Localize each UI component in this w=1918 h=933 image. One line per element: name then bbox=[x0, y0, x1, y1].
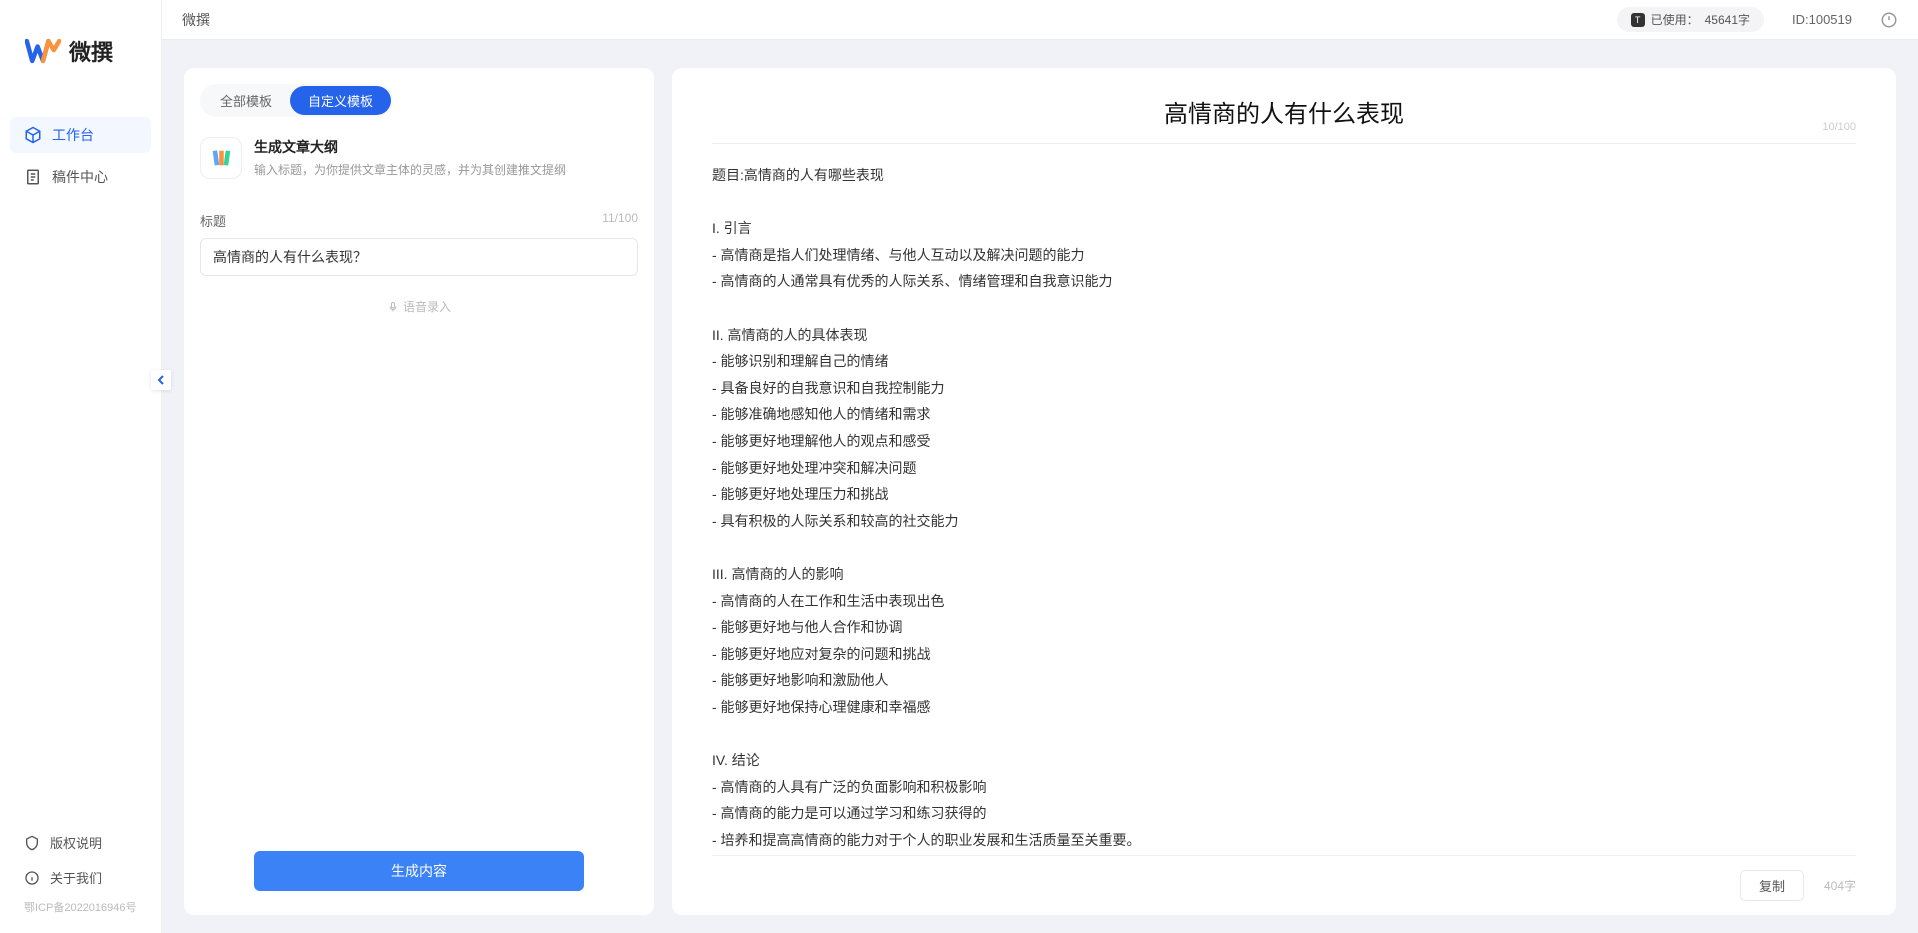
generate-button[interactable]: 生成内容 bbox=[254, 851, 584, 891]
tabs-wrap: 全部模板 自定义模板 bbox=[184, 68, 654, 125]
info-icon bbox=[24, 870, 40, 886]
copy-button[interactable]: 复制 bbox=[1740, 870, 1804, 901]
nav-label: 稿件中心 bbox=[52, 167, 108, 187]
usage-prefix: 已使用： bbox=[1651, 11, 1699, 28]
topbar: 微撰 T 已使用： 45641字 ID:100519 bbox=[162, 0, 1918, 40]
nav: 工作台 稿件中心 bbox=[0, 87, 161, 815]
microphone-icon bbox=[387, 301, 399, 313]
input-panel: 全部模板 自定义模板 生成文章大纲 输入标题，为你提供文章主体的灵感，并为其创建… bbox=[184, 68, 654, 915]
power-icon[interactable] bbox=[1880, 11, 1898, 29]
usage-value: 45641字 bbox=[1705, 11, 1750, 28]
logo-mark-icon bbox=[25, 37, 61, 65]
output-word-count: 404字 bbox=[1824, 877, 1856, 894]
template-info: 生成文章大纲 输入标题，为你提供文章主体的灵感，并为其创建推文提纲 bbox=[254, 137, 566, 178]
copyright-label: 版权说明 bbox=[50, 833, 102, 852]
output-title: 高情商的人有什么表现 bbox=[752, 94, 1816, 129]
sidebar-bottom: 版权说明 关于我们 鄂ICP备2022016946号 bbox=[0, 815, 161, 933]
logo: 微撰 bbox=[0, 0, 161, 87]
topbar-title: 微撰 bbox=[182, 10, 210, 30]
output-body[interactable]: 题目:高情商的人有哪些表现 I. 引言 - 高情商是指人们处理情绪、与他人互动以… bbox=[672, 144, 1896, 855]
nav-item-workspace[interactable]: 工作台 bbox=[10, 117, 151, 153]
template-name: 生成文章大纲 bbox=[254, 137, 566, 157]
main: 微撰 T 已使用： 45641字 ID:100519 全部模板 自定义模板 bbox=[162, 0, 1918, 933]
books-icon bbox=[200, 137, 242, 179]
template-tabs: 全部模板 自定义模板 bbox=[200, 84, 393, 117]
nav-item-documents[interactable]: 稿件中心 bbox=[10, 159, 151, 195]
about-link[interactable]: 关于我们 bbox=[10, 860, 151, 895]
output-header: 高情商的人有什么表现 10/100 bbox=[712, 68, 1856, 144]
template-card: 生成文章大纲 输入标题，为你提供文章主体的灵感，并为其创建推文提纲 bbox=[184, 125, 654, 191]
generate-bar: 生成内容 bbox=[184, 833, 654, 915]
logo-text: 微撰 bbox=[69, 35, 113, 67]
char-count: 11/100 bbox=[602, 211, 638, 230]
cube-icon bbox=[24, 126, 42, 144]
tab-custom-templates[interactable]: 自定义模板 bbox=[290, 86, 391, 115]
title-label: 标题 bbox=[200, 211, 226, 230]
about-label: 关于我们 bbox=[50, 868, 102, 887]
voice-input-button[interactable]: 语音录入 bbox=[200, 298, 638, 315]
output-panel: 高情商的人有什么表现 10/100 题目:高情商的人有哪些表现 I. 引言 - … bbox=[672, 68, 1896, 915]
shield-icon bbox=[24, 835, 40, 851]
tab-all-templates[interactable]: 全部模板 bbox=[202, 86, 290, 115]
document-icon bbox=[24, 168, 42, 186]
voice-label: 语音录入 bbox=[403, 298, 451, 315]
form-section: 标题 11/100 语音录入 bbox=[184, 191, 654, 833]
copyright-link[interactable]: 版权说明 bbox=[10, 825, 151, 860]
chevron-left-icon bbox=[156, 375, 166, 385]
output-footer: 复制 404字 bbox=[712, 855, 1856, 915]
sidebar: 微撰 工作台 稿件中心 版权说明 关于我们 bbox=[0, 0, 162, 933]
title-input[interactable] bbox=[200, 238, 638, 276]
nav-label: 工作台 bbox=[52, 125, 94, 145]
user-id: ID:100519 bbox=[1792, 12, 1852, 27]
sidebar-collapse-button[interactable] bbox=[151, 370, 171, 390]
usage-pill[interactable]: T 已使用： 45641字 bbox=[1617, 7, 1764, 32]
topbar-right: T 已使用： 45641字 ID:100519 bbox=[1617, 7, 1898, 32]
icp-text: 鄂ICP备2022016946号 bbox=[10, 895, 151, 923]
content: 全部模板 自定义模板 生成文章大纲 输入标题，为你提供文章主体的灵感，并为其创建… bbox=[162, 40, 1918, 933]
template-desc: 输入标题，为你提供文章主体的灵感，并为其创建推文提纲 bbox=[254, 161, 566, 178]
label-row: 标题 11/100 bbox=[200, 211, 638, 230]
text-badge-icon: T bbox=[1631, 13, 1645, 27]
output-title-count: 10/100 bbox=[1822, 121, 1856, 133]
